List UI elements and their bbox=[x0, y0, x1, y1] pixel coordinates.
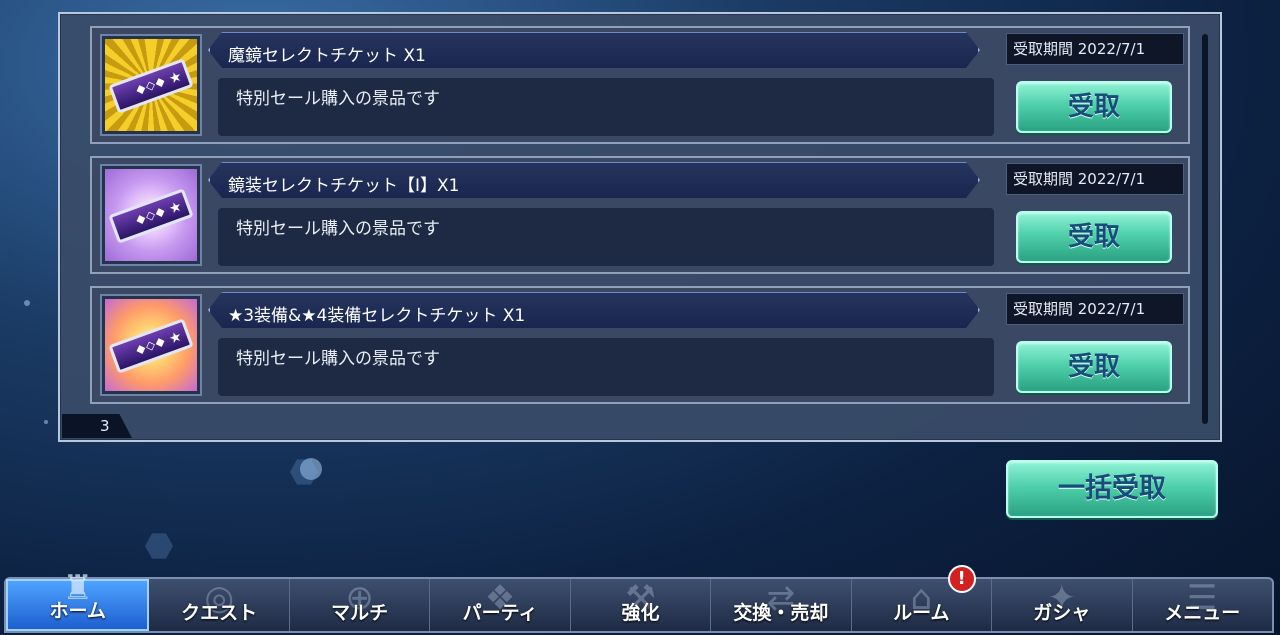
receive-button[interactable]: 受取 bbox=[1016, 211, 1172, 263]
reward-description: 特別セール購入の景品です bbox=[236, 219, 440, 239]
nav-enhance[interactable]: ⚒ 強化 bbox=[571, 579, 712, 631]
reward-title-banner: ★3装備&★4装備セレクトチケット X1 bbox=[208, 292, 980, 328]
nav-label: 強化 bbox=[621, 602, 660, 624]
reward-item-frame: ◆◇◆ ★ bbox=[100, 294, 202, 396]
ticket-icon: ◆◇◆ ★ bbox=[108, 188, 194, 244]
reward-title-banner: 魔鏡セレクトチケット X1 bbox=[208, 32, 980, 68]
nav-label: クエスト bbox=[181, 602, 258, 624]
nav-exchange[interactable]: ⇄ 交換・売却 bbox=[711, 579, 852, 631]
reward-title: ★3装備&★4装備セレクトチケット X1 bbox=[228, 306, 526, 326]
bottom-navigation: ♜ ホーム ◎ クエスト ⊕ マルチ ❖ パーティ ⚒ 強化 ⇄ 交換・売却 !… bbox=[4, 565, 1274, 633]
reward-row: ◆◇◆ ★ 鏡装セレクトチケット【Ⅰ】X1 受取期間 2022/7/1 特別セール… bbox=[90, 156, 1190, 274]
reward-description-box: 特別セール購入の景品です bbox=[218, 208, 994, 266]
ticket-icon: ◆◇◆ ★ bbox=[108, 318, 194, 374]
ticket-purple-icon: ◆◇◆ ★ bbox=[105, 169, 197, 261]
expiry-date: 受取期間 2022/7/1 bbox=[1006, 293, 1184, 325]
reward-description: 特別セール購入の景品です bbox=[236, 349, 440, 369]
reward-row: ◆◇◆ ★ ★3装備&★4装備セレクトチケット X1 受取期間 2022/7/1 … bbox=[90, 286, 1190, 404]
nav-label: パーティ bbox=[462, 602, 538, 624]
reward-description-box: 特別セール購入の景品です bbox=[218, 78, 994, 136]
nav-quest[interactable]: ◎ クエスト bbox=[149, 579, 290, 631]
nav-multi[interactable]: ⊕ マルチ bbox=[290, 579, 431, 631]
reward-title: 鏡装セレクトチケット【Ⅰ】X1 bbox=[228, 176, 460, 196]
nav-room[interactable]: ! ⌂ ルーム bbox=[852, 565, 993, 631]
reward-title-banner: 鏡装セレクトチケット【Ⅰ】X1 bbox=[208, 162, 980, 198]
expiry-date: 受取期間 2022/7/1 bbox=[1006, 33, 1184, 65]
nav-label: ガシャ bbox=[1033, 602, 1091, 624]
nav-label: メニュー bbox=[1164, 602, 1241, 624]
nav-home[interactable]: ♜ ホーム bbox=[6, 571, 150, 631]
scrollbar[interactable] bbox=[1202, 34, 1208, 424]
nav-label: マルチ bbox=[331, 602, 389, 624]
ticket-icon: ◆◇◆ ★ bbox=[108, 58, 194, 114]
reward-list-panel: ◆◇◆ ★ 魔鏡セレクトチケット X1 受取期間 2022/7/1 特別セール購入… bbox=[58, 12, 1222, 442]
receive-button[interactable]: 受取 bbox=[1016, 341, 1172, 393]
nav-party[interactable]: ❖ パーティ bbox=[430, 579, 571, 631]
nav-label: 交換・売却 bbox=[733, 602, 829, 624]
reward-description-box: 特別セール購入の景品です bbox=[218, 338, 994, 396]
background-hexagon bbox=[145, 533, 173, 559]
bulk-receive-button[interactable]: 一括受取 bbox=[1006, 460, 1218, 518]
nav-menu[interactable]: ☰ メニュー bbox=[1133, 579, 1272, 631]
reward-item-frame: ◆◇◆ ★ bbox=[100, 164, 202, 266]
ticket-gold-icon: ◆◇◆ ★ bbox=[105, 39, 197, 131]
reward-item-frame: ◆◇◆ ★ bbox=[100, 34, 202, 136]
reward-row: ◆◇◆ ★ 魔鏡セレクトチケット X1 受取期間 2022/7/1 特別セール購入… bbox=[90, 26, 1190, 144]
nav-label: ルーム bbox=[893, 602, 950, 624]
receive-button[interactable]: 受取 bbox=[1016, 81, 1172, 133]
nav-gacha[interactable]: ✦ ガシャ bbox=[992, 579, 1133, 631]
item-count: 3 bbox=[62, 414, 132, 438]
reward-description: 特別セール購入の景品です bbox=[236, 89, 440, 109]
expiry-date: 受取期間 2022/7/1 bbox=[1006, 163, 1184, 195]
nav-label: ホーム bbox=[49, 600, 106, 622]
alert-badge: ! bbox=[947, 565, 976, 593]
ticket-rainbow-icon: ◆◇◆ ★ bbox=[105, 299, 197, 391]
reward-title: 魔鏡セレクトチケット X1 bbox=[228, 46, 426, 66]
